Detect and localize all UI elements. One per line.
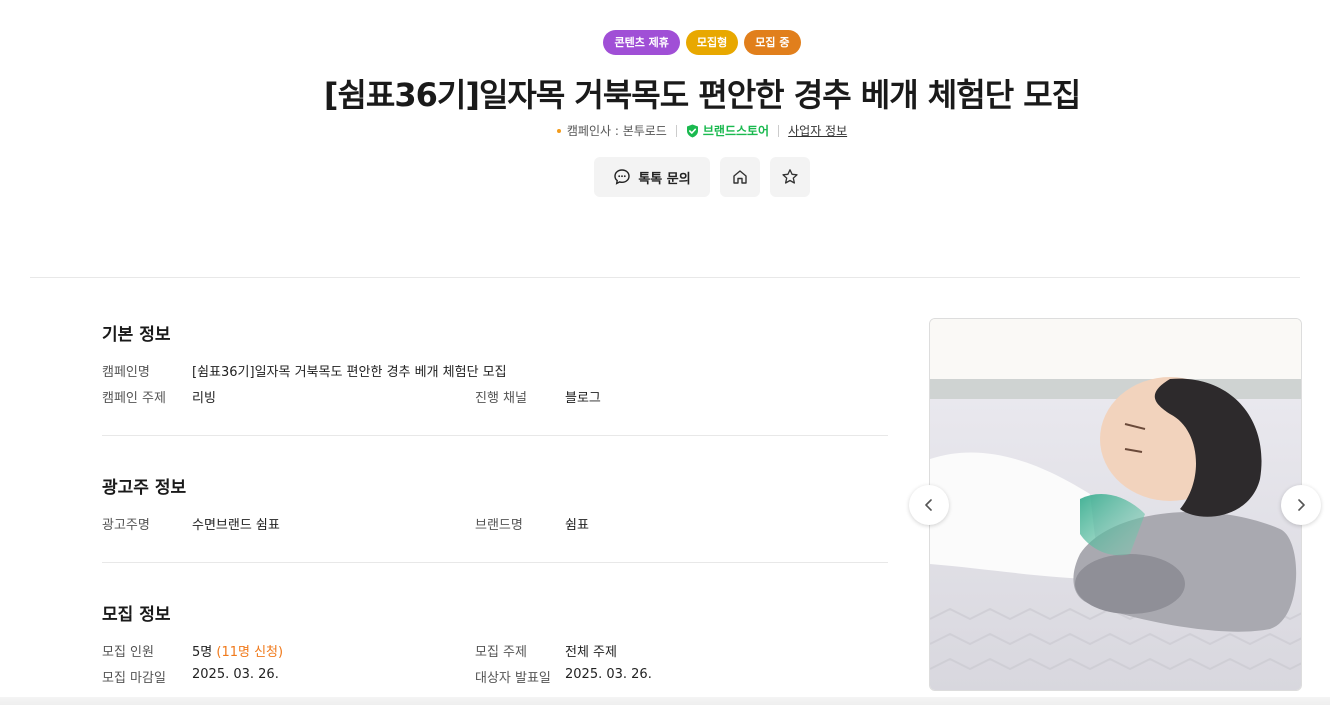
section-divider xyxy=(102,435,888,436)
basic-info-heading: 기본 정보 xyxy=(102,325,171,345)
deadline-value: 2025. 03. 26. xyxy=(192,666,279,682)
page-bottom-edge xyxy=(0,697,1330,705)
brand-name-label: 브랜드명 xyxy=(475,517,523,533)
announce-date-label: 대상자 발표일 xyxy=(475,670,551,686)
recruit-subject-value: 전체 주제 xyxy=(565,644,617,660)
badge-group: 콘텐츠 제휴 모집형 모집 중 xyxy=(0,30,1330,55)
meta-divider xyxy=(778,124,780,137)
chat-bubble-icon xyxy=(614,169,631,185)
recruit-subject-label: 모집 주제 xyxy=(475,644,527,660)
info-row: 캠페인 주제 리빙 진행 채널 블로그 xyxy=(102,383,888,409)
deadline-label: 모집 마감일 xyxy=(102,670,166,686)
recruit-info-section: 모집 정보 모집 인원 5명 (11명 신청) 모집 주제 전체 주제 모집 마… xyxy=(102,600,888,689)
talk-inquiry-label: 톡톡 문의 xyxy=(638,171,691,187)
header-divider xyxy=(30,277,1300,278)
recruit-type-badge: 모집형 xyxy=(685,30,739,55)
channel-value: 블로그 xyxy=(565,390,601,406)
carousel-prev-button[interactable] xyxy=(909,485,949,525)
recruit-status-badge: 모집 중 xyxy=(744,30,801,55)
announce-date-value: 2025. 03. 26. xyxy=(565,666,652,682)
info-row: 모집 인원 5명 (11명 신청) 모집 주제 전체 주제 xyxy=(102,637,888,663)
product-photo-illustration xyxy=(930,319,1301,690)
product-image xyxy=(929,318,1302,691)
channel-label: 진행 채널 xyxy=(475,390,527,406)
page-title: [쉼표36기]일자목 거북목도 편안한 경추 베개 체험단 모집 xyxy=(323,76,1081,114)
brand-name-value: 쉼표 xyxy=(565,517,589,533)
advertiser-value: 수면브랜드 쉼표 xyxy=(192,517,280,533)
info-row: 모집 마감일 2025. 03. 26. 대상자 발표일 2025. 03. 2… xyxy=(102,663,888,689)
star-icon xyxy=(782,169,798,184)
action-bar: 톡톡 문의 xyxy=(594,157,810,197)
campaign-topic-value: 리빙 xyxy=(192,390,216,406)
campaign-name-value: [쉼표36기]일자목 거북목도 편안한 경추 베개 체험단 모집 xyxy=(192,364,507,380)
bullet-dot-icon xyxy=(556,128,561,133)
meta-divider xyxy=(675,124,677,137)
home-button[interactable] xyxy=(720,157,760,197)
recruit-people-value: 5명 (11명 신청) xyxy=(192,641,283,660)
advertiser-info-heading: 광고주 정보 xyxy=(102,478,187,498)
chevron-right-icon xyxy=(1298,499,1305,511)
verified-shield-icon xyxy=(686,124,698,137)
home-icon xyxy=(733,170,747,184)
business-info-link[interactable]: 사업자 정보 xyxy=(788,122,847,139)
brand-store-label: 브랜드스토어 xyxy=(702,124,770,138)
content-partnership-badge: 콘텐츠 제휴 xyxy=(603,30,680,55)
campaign-company: 캠페인사 : 본투로드 xyxy=(566,124,667,138)
campaign-topic-label: 캠페인 주제 xyxy=(102,390,166,406)
chevron-left-icon xyxy=(925,499,932,511)
recruit-people-label: 모집 인원 xyxy=(102,644,154,660)
basic-info-section: 기본 정보 캠페인명 [쉼표36기]일자목 거북목도 편안한 경추 베개 체험단… xyxy=(102,320,888,409)
favorite-button[interactable] xyxy=(770,157,810,197)
carousel-next-button[interactable] xyxy=(1281,485,1321,525)
talk-inquiry-button[interactable]: 톡톡 문의 xyxy=(594,157,710,197)
info-row: 캠페인명 [쉼표36기]일자목 거북목도 편안한 경추 베개 체험단 모집 xyxy=(102,357,888,383)
section-divider xyxy=(102,562,888,563)
campaign-name-label: 캠페인명 xyxy=(102,364,150,380)
brand-store-link[interactable]: 브랜드스토어 xyxy=(686,122,769,139)
advertiser-label: 광고주명 xyxy=(102,517,150,533)
recruit-count: 5명 xyxy=(192,644,213,660)
applicant-count: (11명 신청) xyxy=(216,644,284,660)
recruit-info-heading: 모집 정보 xyxy=(102,605,171,625)
info-row: 광고주명 수면브랜드 쉼표 브랜드명 쉼표 xyxy=(102,510,888,536)
campaign-meta: 캠페인사 : 본투로드 브랜드스토어 사업자 정보 xyxy=(0,122,1330,139)
advertiser-info-section: 광고주 정보 광고주명 수면브랜드 쉼표 브랜드명 쉼표 xyxy=(102,473,888,536)
